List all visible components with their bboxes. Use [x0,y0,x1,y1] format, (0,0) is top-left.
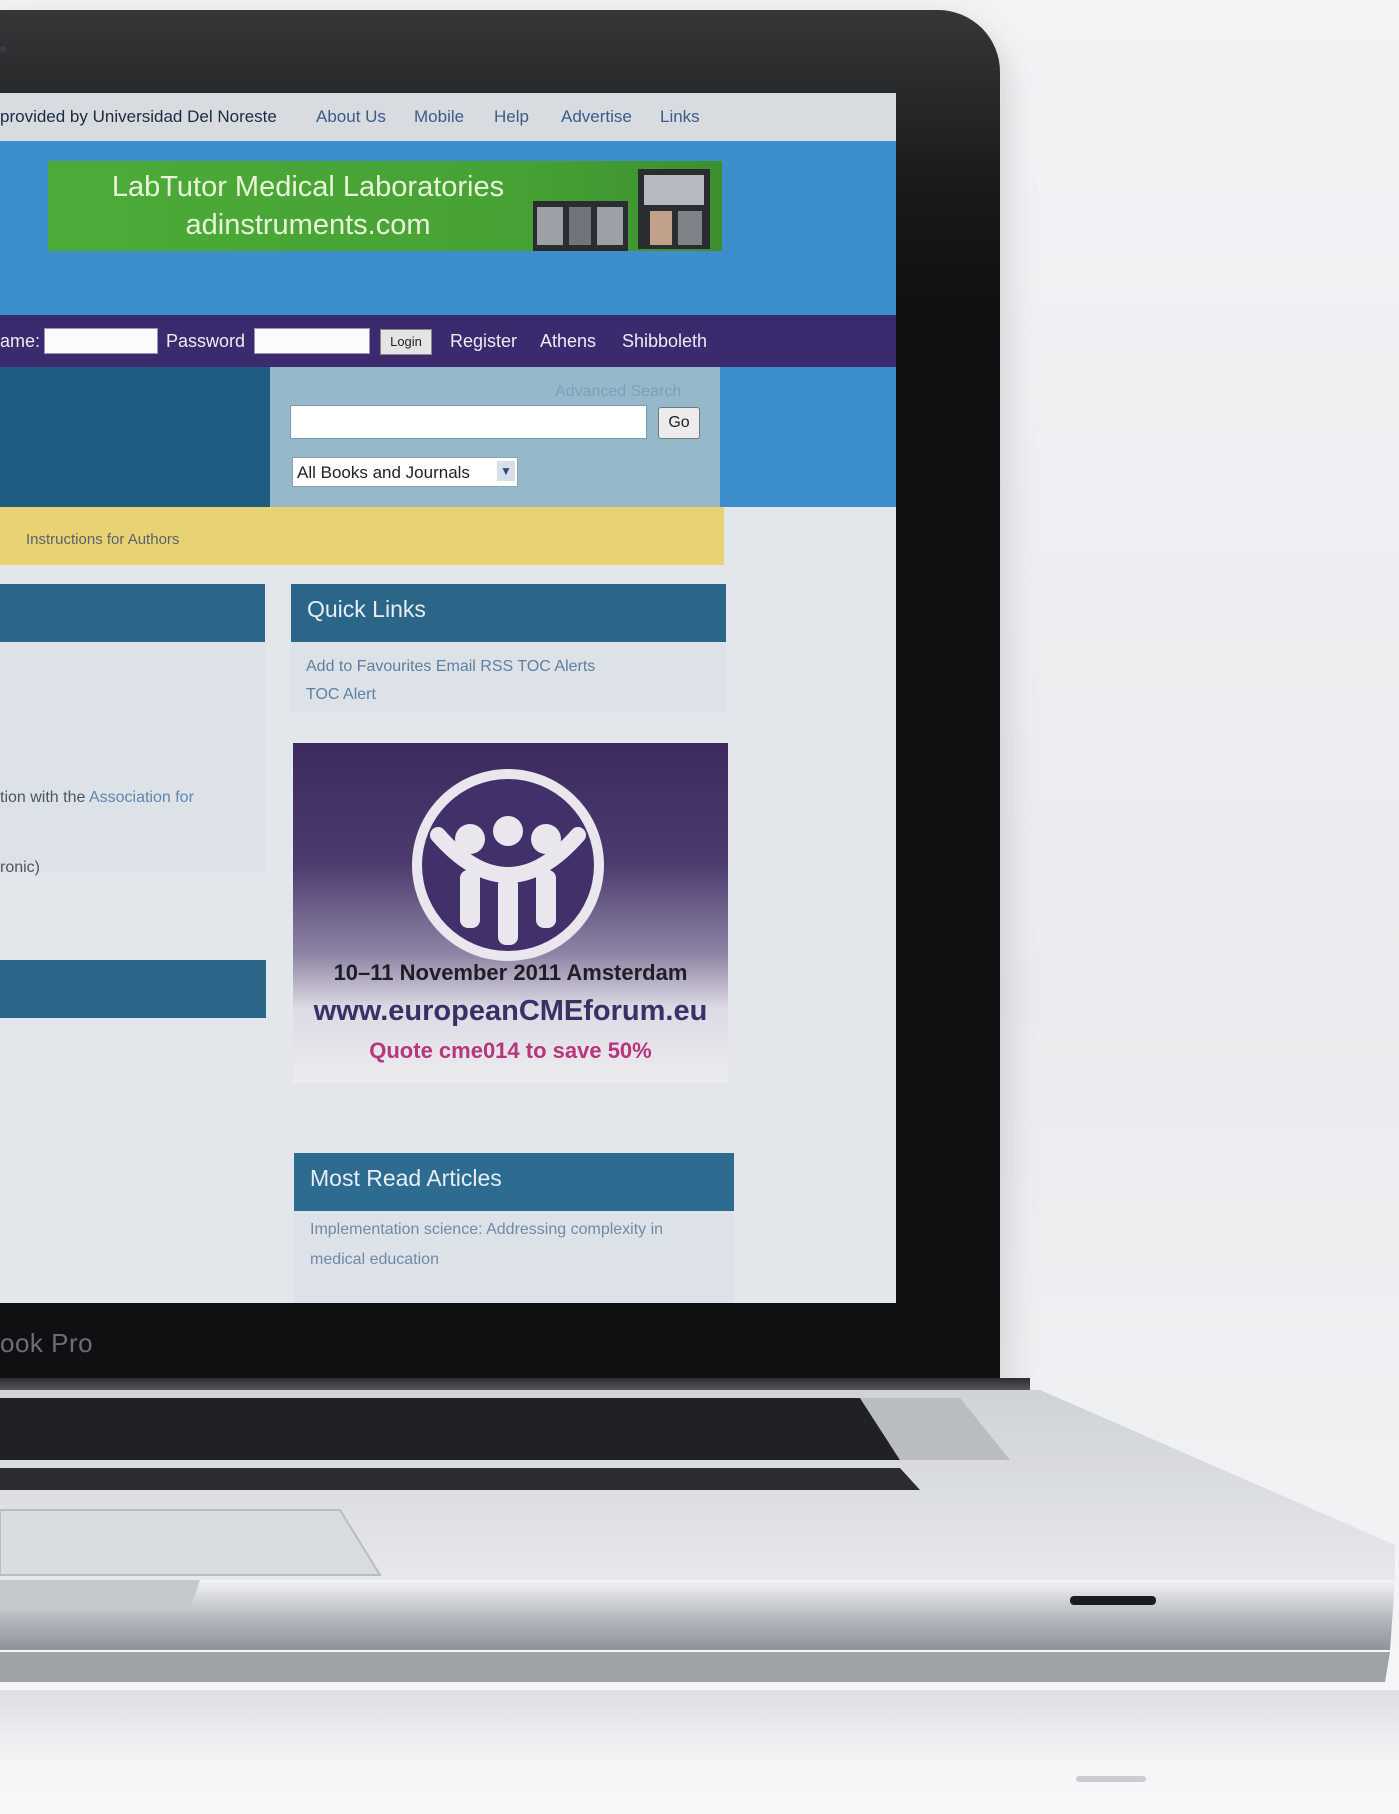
cme-forum-logo-icon [412,769,604,961]
most-read-header: Most Read Articles [294,1153,734,1211]
cme-forum-ad[interactable]: 10–11 November 2011 Amsterdam www.europe… [293,743,728,1083]
cme-date-location: 10–11 November 2011 Amsterdam [333,960,688,985]
search-scope-select[interactable]: All Books and Journals ▼ [292,457,518,487]
most-read-article-line1: Implementation science: Addressing compl… [310,1221,664,1238]
login-bar: ame: Password Login Register Athens Shib… [0,315,896,367]
labtutor-banner-ad[interactable]: LabTutor Medical Laboratories adinstrume… [48,161,722,251]
most-read-article-link[interactable]: Implementation science: Addressing compl… [310,1215,663,1275]
access-notice: provided by Universidad Del Noreste [0,107,277,126]
top-utility-bar: provided by Universidad Del Noreste Abou… [0,93,896,141]
most-read-title: Most Read Articles [310,1165,502,1191]
quick-links-list: Add to Favourites Email RSS TOC Alerts T… [306,653,595,709]
password-label: Password [166,331,246,351]
banner-photo-image [638,169,710,249]
username-input[interactable] [44,328,158,354]
secondary-section-header [0,960,266,1018]
banner-ad-line2: adinstruments.com [185,209,431,241]
help-link[interactable]: Help [494,107,529,127]
username-label: ame: [0,331,41,351]
athens-link[interactable]: Athens [540,331,596,352]
about-us-link[interactable]: About Us [316,107,386,127]
mobile-link[interactable]: Mobile [414,107,464,127]
quick-links-line1[interactable]: Add to Favourites Email RSS TOC Alerts [306,653,595,681]
banner-filmstrip-image [533,201,628,251]
shibboleth-link[interactable]: Shibboleth [622,331,707,352]
login-button[interactable]: Login [380,329,432,355]
journal-info-panel [0,642,265,872]
journal-info-text: tion with the Association for [0,789,194,807]
desk-reflection [0,1690,1399,1814]
camera-icon [0,46,6,52]
indicator-reflection [1076,1776,1146,1782]
laptop-screen: provided by Universidad Del Noreste Abou… [0,93,896,1303]
banner-ad-line1: LabTutor Medical Laboratories [111,171,505,203]
search-scope-value: All Books and Journals [297,463,470,482]
links-link[interactable]: Links [660,107,700,127]
association-link[interactable]: Association for [89,789,194,806]
toc-alert-link[interactable]: TOC Alert [306,681,595,709]
most-read-article-line2: medical education [310,1251,439,1268]
instructions-for-authors-link[interactable]: Instructions for Authors [26,531,179,548]
register-link[interactable]: Register [450,331,517,352]
cme-promo: Quote cme014 to save 50% [369,1038,652,1063]
laptop-base [0,1390,1395,1682]
advanced-search-link[interactable]: Advanced Search [555,383,681,401]
chevron-down-icon: ▼ [497,461,515,481]
issn-snippet: ronic) [0,859,41,876]
quick-links-title: Quick Links [307,596,426,622]
search-input[interactable] [290,405,647,439]
go-button[interactable]: Go [658,407,700,439]
advertise-link[interactable]: Advertise [561,107,632,127]
sleep-indicator-light [1070,1596,1156,1605]
journal-header-block [0,367,270,507]
cme-url: www.europeanCMEforum.eu [313,995,708,1027]
laptop-model-label: ook Pro [0,1328,94,1358]
journal-info-snippet: tion with the [0,789,89,806]
password-input[interactable] [254,328,370,354]
main-section-header [0,584,265,642]
quick-links-header: Quick Links [291,584,726,642]
